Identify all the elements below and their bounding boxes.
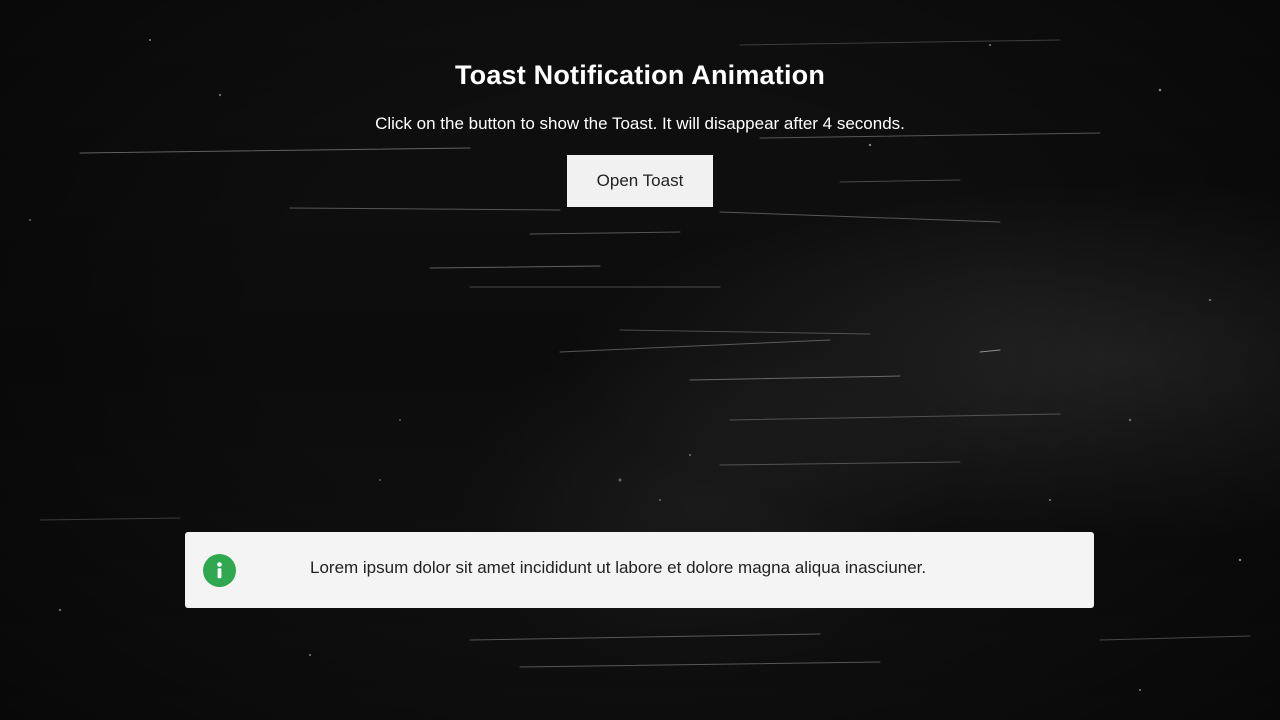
info-icon (203, 554, 236, 587)
page-subtitle: Click on the button to show the Toast. I… (375, 114, 905, 133)
toast-message: Lorem ipsum dolor sit amet incididunt ut… (310, 558, 927, 577)
toast-notification: Lorem ipsum dolor sit amet incididunt ut… (185, 532, 1094, 608)
page-title: Toast Notification Animation (454, 60, 826, 90)
scratched-texture (29, 39, 1251, 691)
open-toast-button[interactable]: Open Toast (567, 155, 713, 207)
